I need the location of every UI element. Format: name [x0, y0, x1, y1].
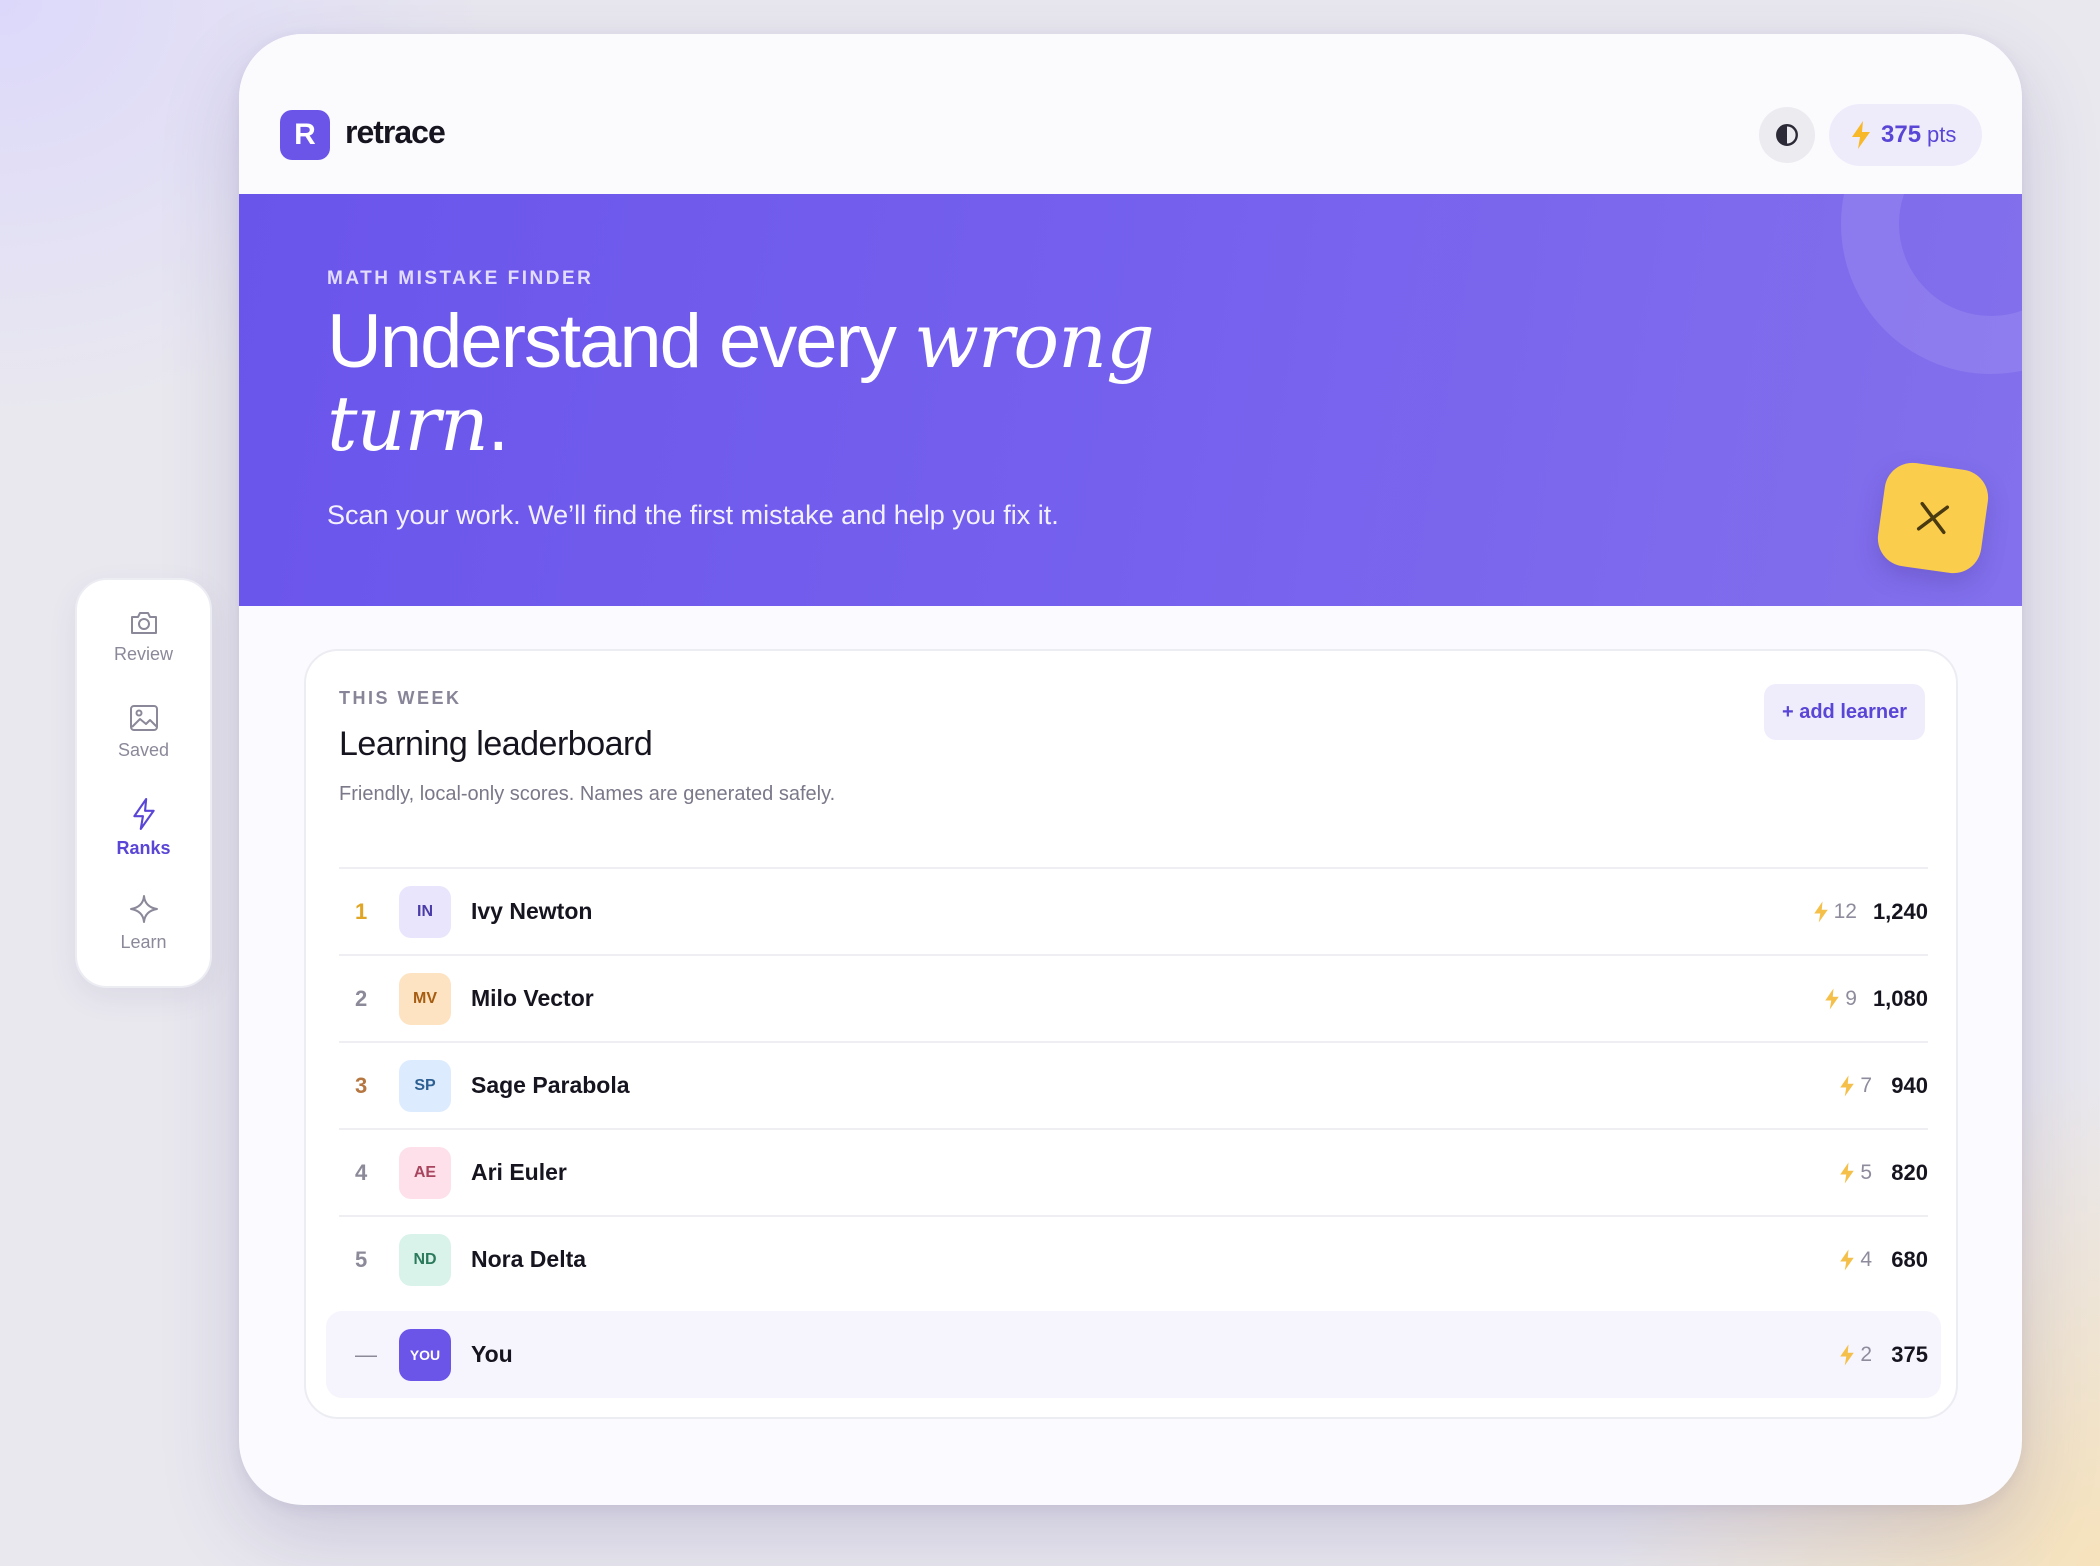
close-icon: [1916, 501, 1950, 535]
learner-name: You: [471, 1341, 513, 1367]
learner-name: Ivy Newton: [471, 898, 593, 924]
avatar: YOU: [399, 1328, 451, 1381]
nav-label: Ranks: [116, 838, 171, 858]
nav-item-learn[interactable]: Learn: [77, 894, 210, 953]
camera-icon: [130, 612, 157, 634]
bolt-icon: [1840, 1249, 1855, 1270]
sparkle-icon: [129, 895, 158, 923]
hero-subtitle: Scan your work. We’ll find the first mis…: [327, 500, 1059, 530]
score-value: 1,240: [1872, 898, 1928, 924]
nav-item-review[interactable]: Review: [77, 610, 210, 665]
theme-toggle-button[interactable]: [1759, 107, 1815, 163]
app-name: retrace: [345, 114, 446, 150]
streak-count: 7: [1838, 1074, 1872, 1098]
rank-number: 1: [355, 898, 368, 924]
score-value: 1,080: [1872, 985, 1928, 1011]
bolt-icon: [1813, 901, 1828, 922]
logo-badge[interactable]: R: [280, 110, 330, 160]
learner-name: Milo Vector: [471, 985, 594, 1011]
score-value: 375: [1891, 1341, 1928, 1367]
add-learner-button[interactable]: + add learner: [1764, 684, 1925, 740]
rank-number: 3: [355, 1072, 368, 1098]
rank-number: 2: [355, 985, 368, 1011]
avatar: ND: [399, 1233, 451, 1286]
avatar: IN: [399, 885, 451, 938]
leaderboard-row[interactable]: 1 IN Ivy Newton 12 1,240: [339, 867, 1928, 954]
streak-count: 12: [1812, 900, 1857, 924]
leaderboard-title: Learning leaderboard: [339, 725, 653, 763]
streak-value: 5: [1860, 1160, 1872, 1184]
streak-value: 12: [1833, 899, 1857, 923]
streak-count: 4: [1838, 1248, 1872, 1272]
bolt-icon: [1852, 121, 1870, 149]
leaderboard-row[interactable]: 4 AE Ari Euler 5 820: [339, 1128, 1928, 1215]
streak-count: 9: [1823, 987, 1857, 1011]
avatar: AE: [399, 1146, 451, 1199]
leaderboard-eyebrow: THIS WEEK: [339, 688, 462, 708]
decorative-ring: [1841, 194, 2022, 374]
streak-value: 2: [1860, 1342, 1872, 1366]
avatar: SP: [399, 1059, 451, 1112]
leaderboard-row-you[interactable]: — YOU You 2 375: [326, 1311, 1941, 1398]
hero-title-end: .: [487, 382, 509, 467]
leaderboard-row[interactable]: 5 ND Nora Delta 4 680: [339, 1215, 1928, 1302]
bolt-icon: [1840, 1344, 1855, 1365]
learner-name: Nora Delta: [471, 1246, 587, 1272]
nav-item-ranks[interactable]: Ranks: [77, 798, 210, 859]
close-fab-button[interactable]: [1874, 459, 1992, 577]
rank-number: 4: [355, 1159, 368, 1185]
nav-label: Learn: [120, 932, 167, 952]
nav-label: Saved: [117, 740, 170, 760]
learner-name: Ari Euler: [471, 1159, 567, 1185]
hero-banner: MATH MISTAKE FINDER Understand every wro…: [239, 194, 2022, 606]
streak-count: 5: [1838, 1161, 1872, 1185]
streak-value: 4: [1860, 1247, 1872, 1271]
score-value: 940: [1891, 1072, 1928, 1098]
rank-number: —: [355, 1341, 377, 1367]
leaderboard-row[interactable]: 3 SP Sage Parabola 7 940: [339, 1041, 1928, 1128]
side-nav: Review Saved Ranks Learn: [75, 578, 212, 988]
hero-title-plain: Understand every: [327, 299, 914, 384]
contrast-icon: [1776, 124, 1798, 146]
hero-eyebrow: MATH MISTAKE FINDER: [327, 268, 594, 289]
avatar: MV: [399, 972, 451, 1025]
points-badge[interactable]: 375 pts: [1829, 104, 1982, 166]
leaderboard-card: THIS WEEK Learning leaderboard Friendly,…: [304, 649, 1958, 1419]
bolt-icon: [1840, 1162, 1855, 1183]
bolt-icon: [1825, 988, 1839, 1009]
learner-name: Sage Parabola: [471, 1072, 630, 1098]
streak-value: 7: [1860, 1073, 1872, 1097]
streak-value: 9: [1845, 986, 1857, 1010]
rank-number: 5: [355, 1246, 368, 1272]
points-value: 375: [1881, 121, 1922, 148]
bolt-icon: [132, 798, 155, 830]
top-bar: R retrace 375 pts: [239, 34, 2022, 194]
bolt-icon: [1840, 1075, 1855, 1096]
score-value: 680: [1891, 1246, 1928, 1272]
score-value: 820: [1891, 1159, 1928, 1185]
hero-title: Understand every wrong turn.: [327, 300, 1327, 466]
nav-label: Review: [113, 644, 174, 664]
image-icon: [129, 705, 158, 731]
nav-item-saved[interactable]: Saved: [77, 704, 210, 761]
leaderboard-list: 1 IN Ivy Newton 12 1,240 2 MV Milo Vecto…: [326, 867, 1941, 1398]
leaderboard-row[interactable]: 2 MV Milo Vector 9 1,080: [339, 954, 1928, 1041]
streak-count: 2: [1838, 1343, 1872, 1367]
leaderboard-subtitle: Friendly, local-only scores. Names are g…: [339, 783, 836, 805]
points-unit: pts: [1927, 122, 1957, 147]
app-window: R retrace 375 pts MATH MISTAKE FINDER Un…: [239, 34, 2022, 1505]
